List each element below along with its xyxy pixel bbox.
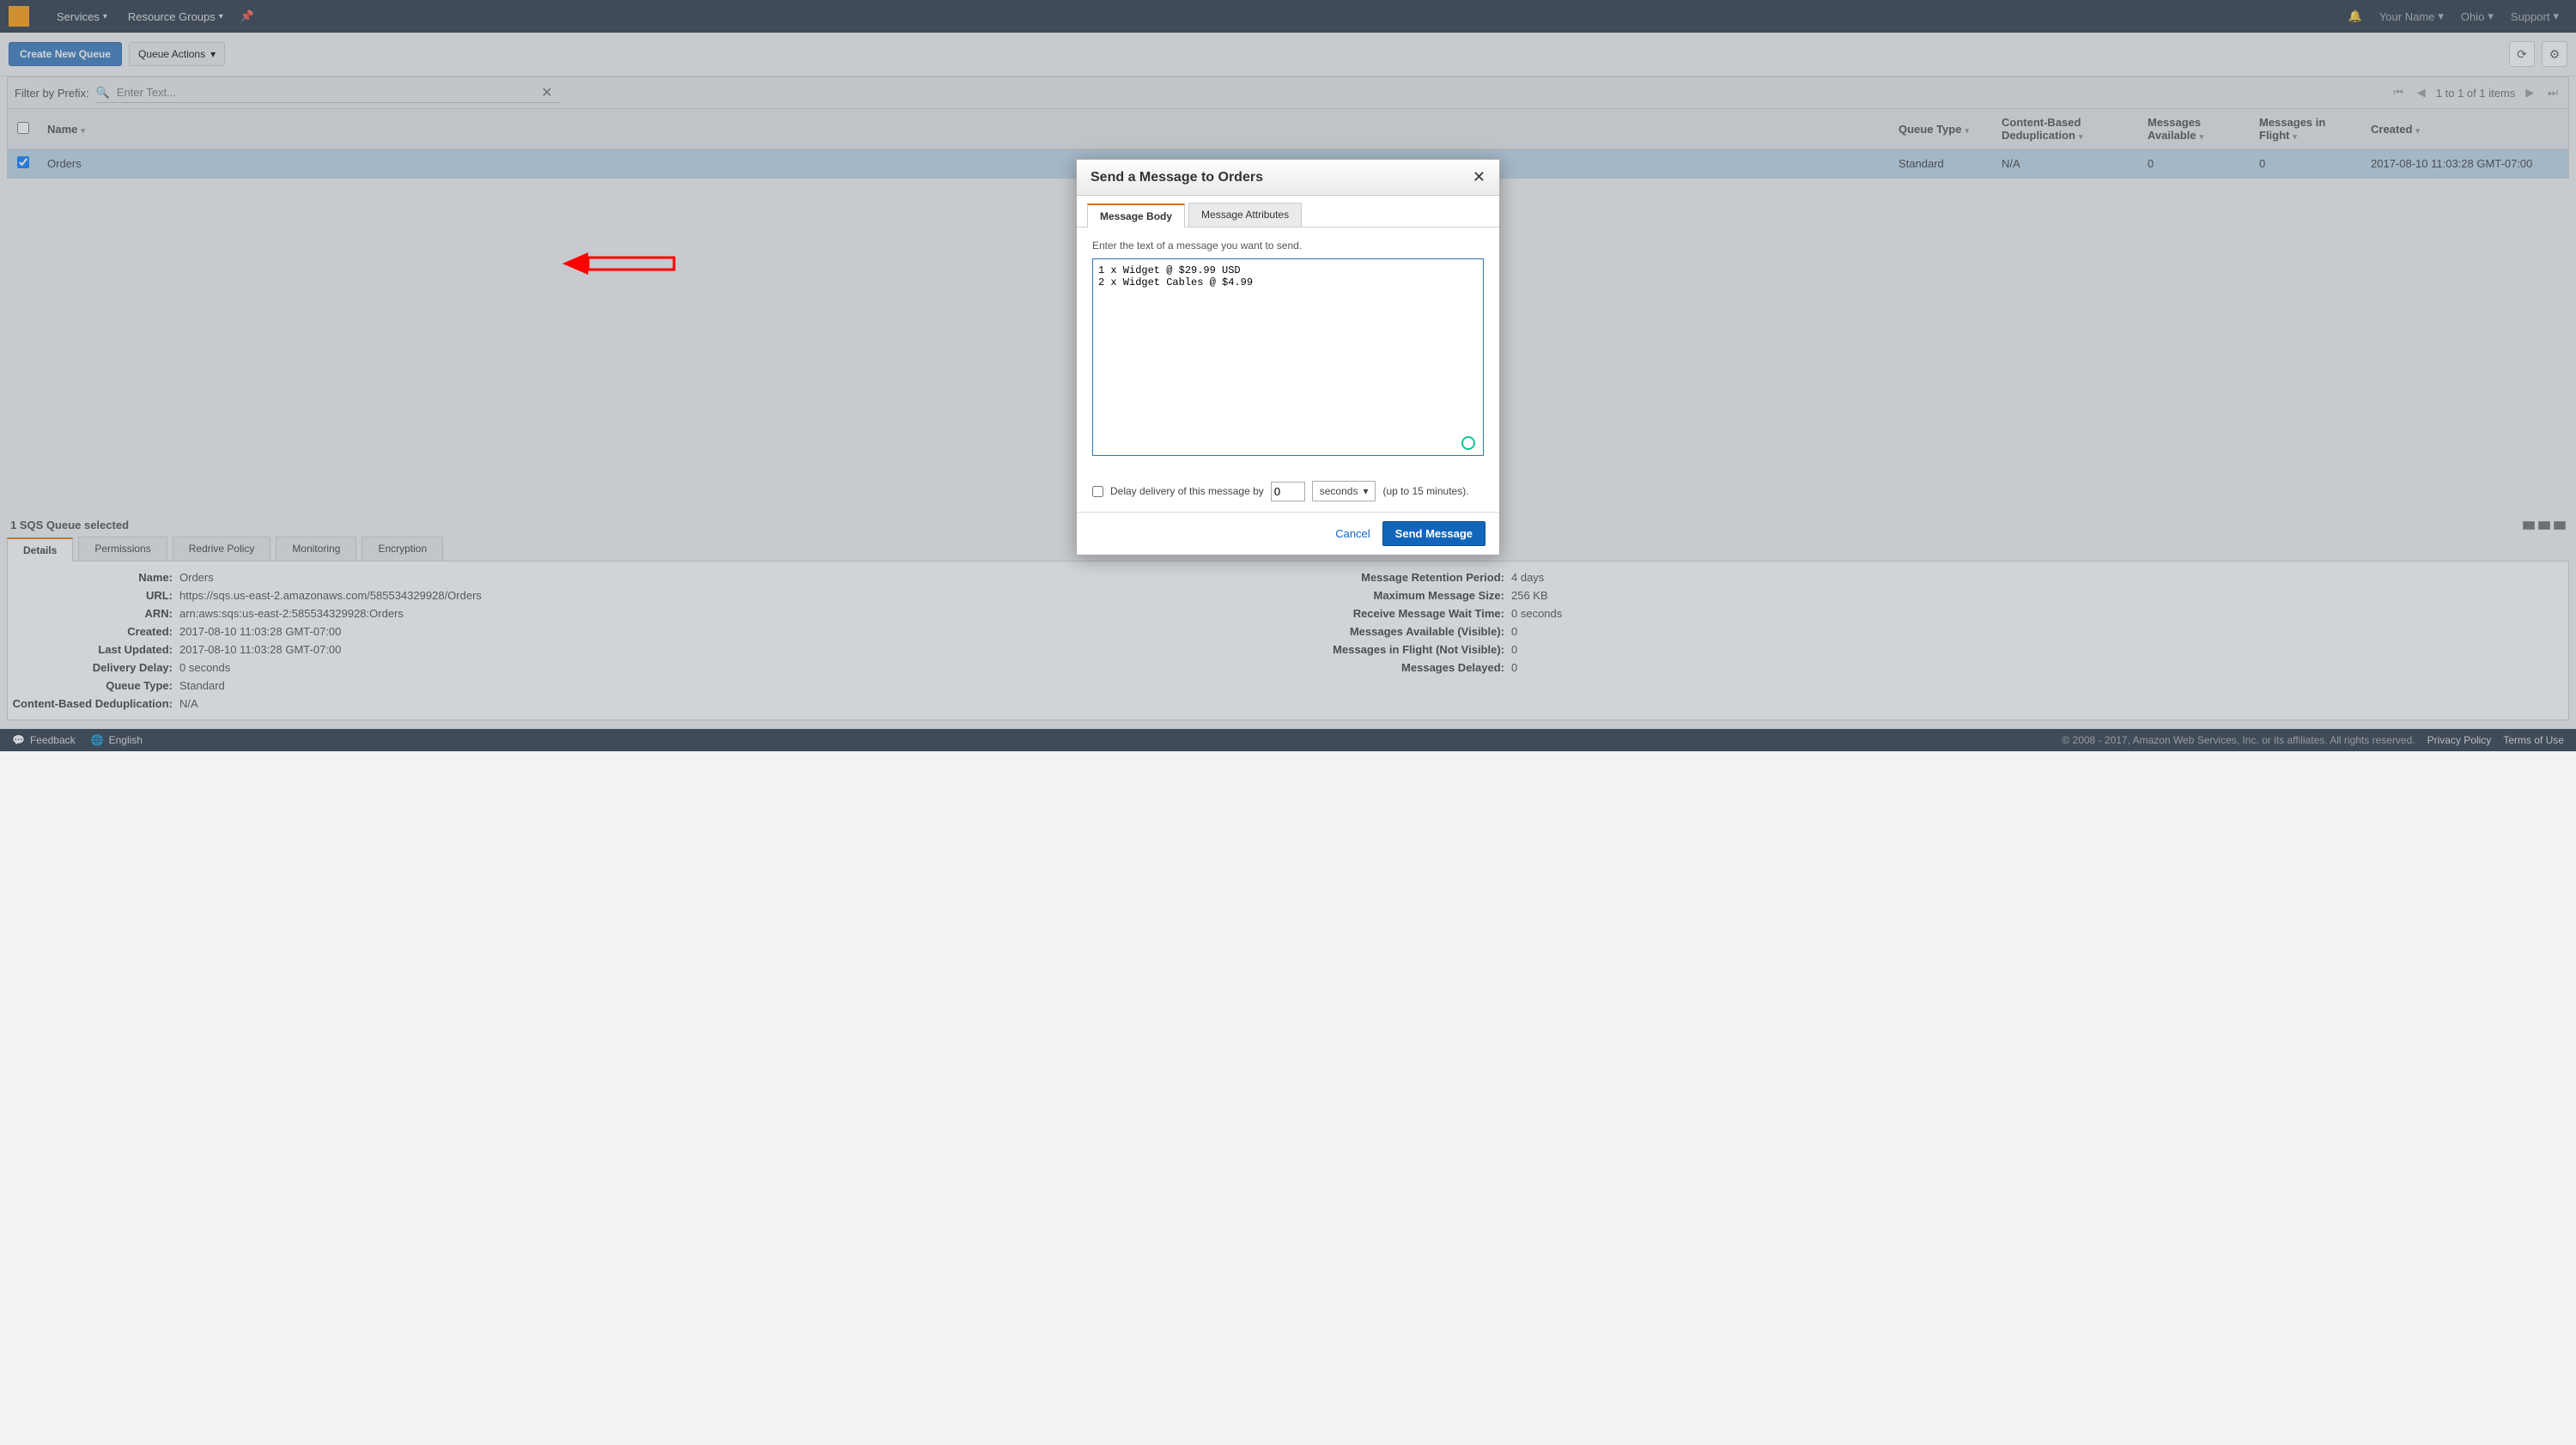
delay-unit-select[interactable]: seconds ▾ — [1312, 481, 1376, 501]
tab-message-body[interactable]: Message Body — [1087, 203, 1185, 228]
caret-down-icon: ▾ — [1363, 485, 1368, 497]
message-body-textarea[interactable] — [1092, 258, 1484, 456]
delay-row: Delay delivery of this message by second… — [1077, 471, 1499, 512]
modal-instruction: Enter the text of a message you want to … — [1092, 240, 1484, 252]
delay-unit-label: seconds — [1320, 485, 1358, 497]
delay-value-input[interactable] — [1271, 482, 1305, 501]
delay-hint: (up to 15 minutes). — [1382, 485, 1468, 497]
send-message-modal: Send a Message to Orders ✕ Message Body … — [1076, 159, 1500, 556]
tab-message-attributes[interactable]: Message Attributes — [1188, 203, 1302, 227]
modal-title: Send a Message to Orders — [1091, 170, 1473, 185]
cancel-button[interactable]: Cancel — [1335, 527, 1370, 540]
delay-checkbox[interactable] — [1092, 486, 1103, 497]
modal-header: Send a Message to Orders ✕ — [1077, 160, 1499, 196]
send-message-button[interactable]: Send Message — [1382, 521, 1485, 546]
modal-tabs: Message Body Message Attributes — [1077, 203, 1499, 228]
delay-label: Delay delivery of this message by — [1110, 485, 1264, 497]
grammarly-icon — [1461, 436, 1475, 450]
modal-footer: Cancel Send Message — [1077, 512, 1499, 555]
modal-close-button[interactable]: ✕ — [1473, 168, 1485, 186]
modal-body: Enter the text of a message you want to … — [1077, 228, 1499, 471]
